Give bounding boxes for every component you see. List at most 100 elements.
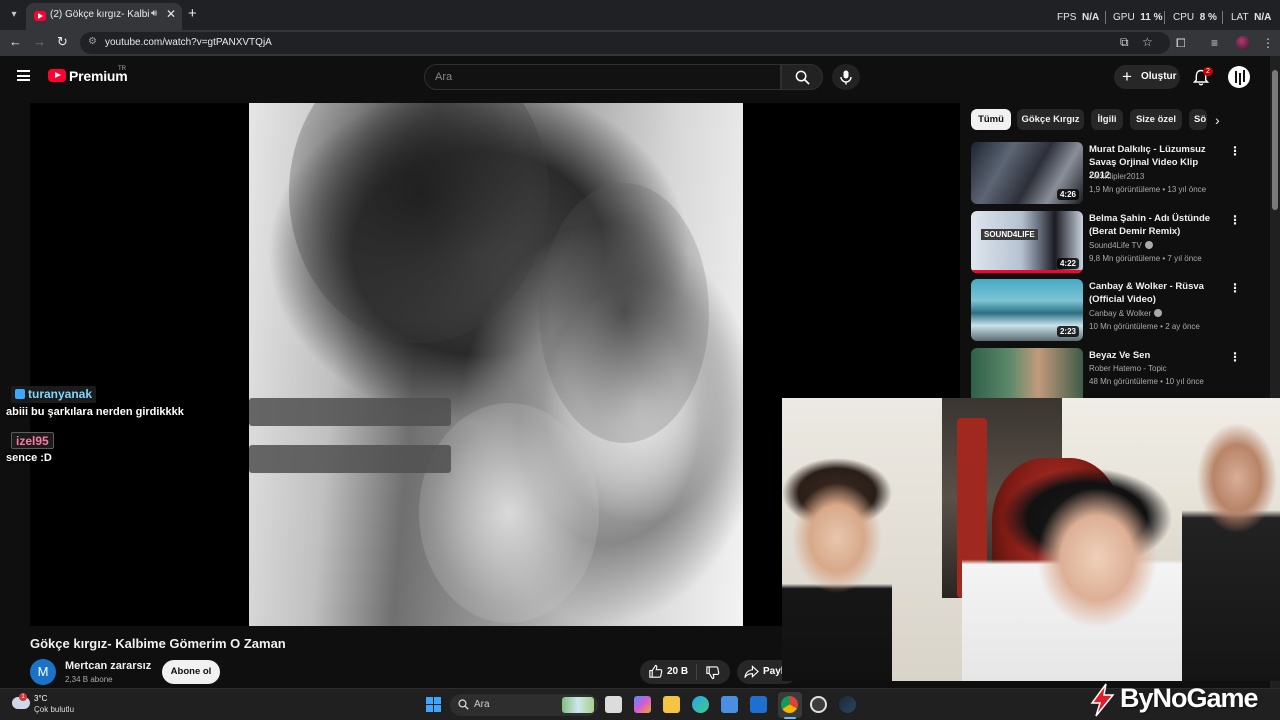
channel-name[interactable]: Mertcan zararsız: [65, 660, 151, 672]
windows-start-icon[interactable]: [426, 697, 441, 712]
scrollbar-thumb[interactable]: [1272, 70, 1278, 210]
taskbar-search[interactable]: Ara: [450, 694, 598, 716]
duration-badge: 4:26: [1056, 189, 1079, 200]
obs-icon[interactable]: [810, 696, 827, 713]
fps-stat: FPS N/A: [1057, 12, 1100, 23]
hair-shadow: [289, 103, 549, 343]
chat-message: abiii bu şarkılara nerden girdikkkk: [6, 406, 184, 418]
chip-all[interactable]: Tümü: [971, 109, 1011, 130]
more-options-icon[interactable]: ⋮: [1229, 281, 1241, 295]
tab-audio-icon[interactable]: 🔊︎: [151, 8, 157, 19]
video-title: Gökçe kırgız- Kalbime Gömerim O Zaman: [30, 636, 286, 651]
weather-temperature[interactable]: 3°C: [34, 694, 47, 703]
task-view-icon[interactable]: [605, 696, 622, 713]
subscribe-button[interactable]: Abone ol: [162, 660, 220, 684]
reload-icon[interactable]: ↻: [57, 34, 68, 50]
microsoft-store-icon[interactable]: [721, 696, 738, 713]
youtube-logo-icon[interactable]: [48, 69, 66, 82]
video-thumbnail[interactable]: 4:26: [971, 142, 1083, 204]
reading-list-icon[interactable]: ≡: [1211, 36, 1218, 50]
stat-divider: [1164, 11, 1165, 24]
chip-related[interactable]: İlgili: [1091, 109, 1123, 130]
bynogame-logo-icon: [1090, 683, 1115, 717]
more-options-icon[interactable]: ⋮: [1229, 144, 1241, 158]
lat-stat: LAT N/A: [1231, 12, 1272, 23]
youtube-header: Premium TR Ara + Oluştur 2: [0, 56, 1270, 98]
tab-title: (2) Gökçe kırgız- Kalbime G: [50, 9, 150, 20]
search-button[interactable]: [781, 64, 823, 90]
channel-avatar[interactable]: M: [30, 659, 56, 685]
weather-alert-badge: 1: [19, 693, 27, 701]
video-thumbnail[interactable]: 2:23: [971, 279, 1083, 341]
recommendation-title[interactable]: Canbay & Wolker - Rüsva (Official Video): [1089, 280, 1217, 306]
search-input[interactable]: Ara: [424, 64, 781, 90]
chat-username: izel95: [11, 432, 54, 449]
extensions-icon[interactable]: ⧠: [1176, 36, 1186, 51]
webcam-overlay: [782, 398, 1280, 681]
search-placeholder: Ara: [435, 71, 453, 83]
active-app-indicator: [784, 717, 796, 719]
chrome-icon[interactable]: [781, 696, 798, 713]
back-icon[interactable]: ←: [9, 34, 22, 49]
taskbar-search-placeholder: Ara: [474, 699, 490, 710]
recommendation-item[interactable]: 2:23 Canbay & Wolker - Rüsva (Official V…: [971, 279, 1241, 341]
more-options-icon[interactable]: ⋮: [1229, 213, 1241, 227]
stat-divider: [1105, 11, 1106, 24]
bookmark-star-icon[interactable]: ☆: [1142, 35, 1153, 49]
chevron-right-icon[interactable]: ›: [1215, 112, 1220, 128]
notification-badge: 2: [1203, 67, 1213, 76]
person-right: [1182, 418, 1280, 681]
browser-toolbar: ← → ↻ ⚙︎ youtube.com/watch?v=gtPANXVTQjA…: [0, 30, 1280, 56]
recommendation-channel[interactable]: YeniKlipler2013: [1089, 172, 1144, 181]
face-highlight: [419, 403, 599, 623]
verified-icon: [1144, 241, 1153, 249]
tab-close-icon[interactable]: ✕: [166, 7, 176, 21]
recommendation-item[interactable]: 4:26 Murat Dalkılıç - Lüzumsuz Savaş Orj…: [971, 142, 1241, 204]
subscriber-count: 2,34 B abone: [65, 675, 113, 684]
file-explorer-icon[interactable]: [663, 696, 680, 713]
weather-condition[interactable]: Çok bulutlu: [34, 705, 74, 714]
recommendation-channel[interactable]: Rober Hatemo - Topic: [1089, 364, 1167, 373]
chip-for-you[interactable]: Size özel: [1130, 109, 1182, 130]
address-bar[interactable]: ⚙︎ youtube.com/watch?v=gtPANXVTQjA ⧉ ☆: [80, 32, 1170, 54]
video-frame: [249, 103, 743, 626]
site-info-icon[interactable]: ⚙︎: [88, 36, 97, 47]
chip-partial[interactable]: Sö: [1189, 109, 1207, 130]
account-avatar[interactable]: [1228, 66, 1250, 88]
screen: ▾ (2) Gökçe kırgız- Kalbime G 🔊︎ ✕ + FPS…: [0, 0, 1280, 720]
like-icon[interactable]: [648, 664, 663, 679]
install-app-icon[interactable]: ⧉: [1120, 35, 1129, 50]
tab-list-chevron-icon[interactable]: ▾: [5, 6, 23, 24]
forward-icon[interactable]: →: [33, 34, 46, 49]
search-highlight-image: [562, 697, 594, 713]
copilot-icon[interactable]: [634, 696, 651, 713]
gpu-stat: GPU 11 %: [1113, 12, 1163, 23]
video-thumbnail[interactable]: SOUND4LIFE 4:22: [971, 211, 1083, 273]
menu-dots-icon[interactable]: ⋮: [1262, 36, 1274, 50]
like-count[interactable]: 20 B: [667, 666, 688, 677]
mail-icon[interactable]: [750, 696, 767, 713]
more-options-icon[interactable]: ⋮: [1229, 350, 1241, 364]
voice-search-button[interactable]: [832, 64, 860, 90]
profile-avatar[interactable]: [1236, 36, 1250, 50]
new-tab-icon[interactable]: +: [188, 5, 197, 22]
steam-icon[interactable]: [839, 696, 856, 713]
create-button[interactable]: + Oluştur: [1114, 65, 1180, 89]
recommendation-channel[interactable]: Canbay & Wolker: [1089, 309, 1163, 318]
browser-tab[interactable]: (2) Gökçe kırgız- Kalbime G 🔊︎ ✕: [26, 3, 182, 30]
microphone-icon: [840, 70, 852, 85]
recommendation-channel[interactable]: Sound4Life TV: [1089, 241, 1153, 250]
browser-tab-bar: ▾ (2) Gökçe kırgız- Kalbime G 🔊︎ ✕ + FPS…: [0, 0, 1280, 30]
edge-browser-icon[interactable]: [692, 696, 709, 713]
recommendation-title[interactable]: Belma Şahin - Adı Üstünde (Berat Demir R…: [1089, 212, 1217, 238]
dislike-icon[interactable]: [705, 665, 720, 680]
plus-icon: +: [1122, 67, 1132, 86]
create-label: Oluştur: [1141, 71, 1177, 82]
chat-username: turanyanak: [11, 386, 97, 403]
recommendation-item[interactable]: SOUND4LIFE 4:22 Belma Şahin - Adı Üstünd…: [971, 211, 1241, 273]
recommendation-title[interactable]: Beyaz Ve Sen: [1089, 349, 1217, 362]
menu-hamburger-icon[interactable]: [17, 70, 30, 81]
url-text: youtube.com/watch?v=gtPANXVTQjA: [105, 37, 272, 48]
search-icon: [795, 70, 810, 85]
chip-gokce-kirgiz[interactable]: Gökçe Kırgız: [1017, 109, 1084, 130]
